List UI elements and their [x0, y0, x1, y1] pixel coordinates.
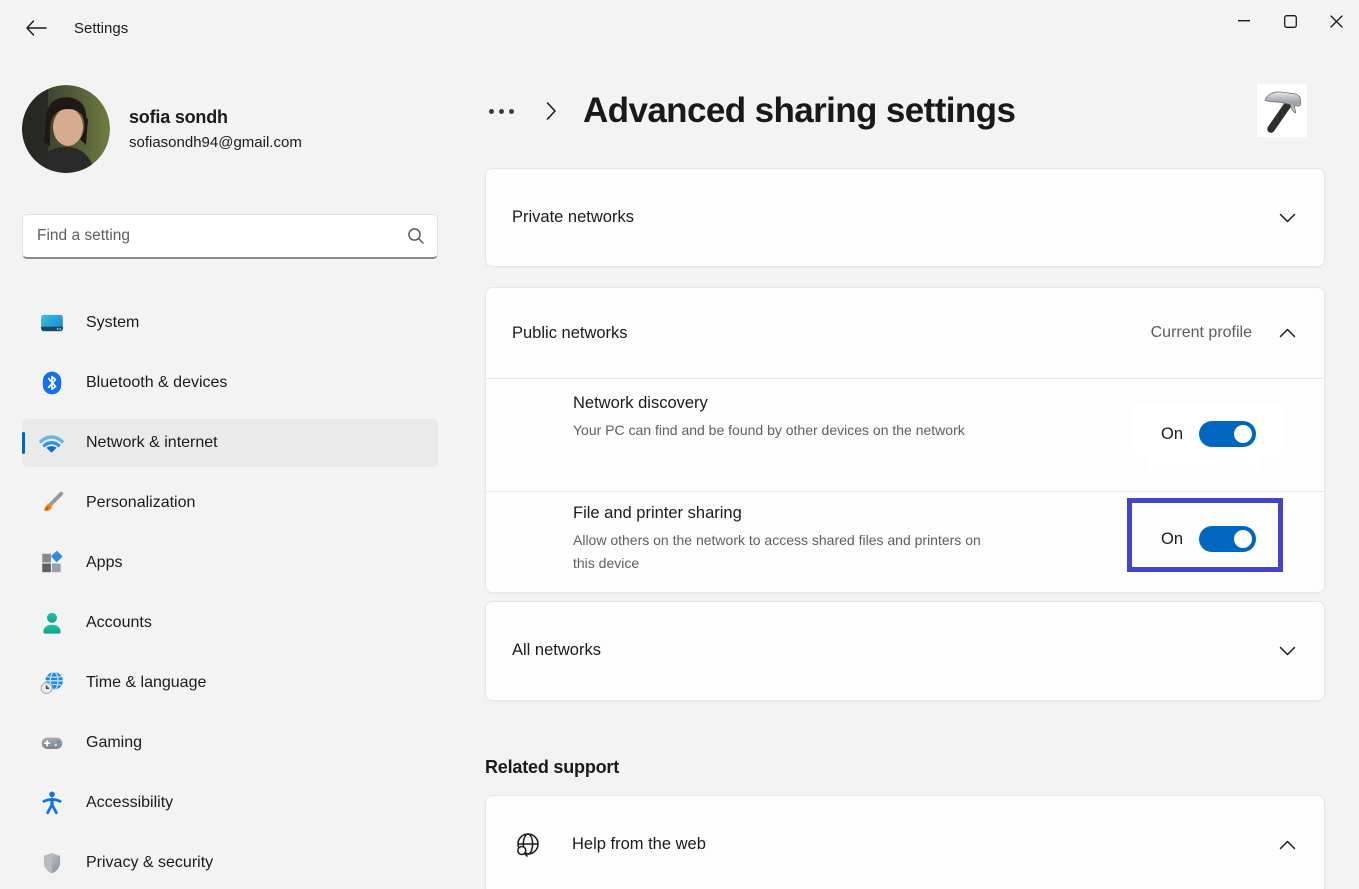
accessibility-icon	[38, 790, 65, 817]
sidebar-item-label: Privacy & security	[86, 854, 213, 872]
paintbrush-icon	[38, 490, 65, 517]
all-networks-header[interactable]: All networks	[486, 602, 1324, 700]
chevron-up-icon	[1279, 840, 1296, 850]
user-email: sofiasondh94@gmail.com	[129, 134, 302, 151]
file-printer-sharing-toggle[interactable]	[1199, 526, 1256, 552]
chevron-down-icon	[1279, 646, 1296, 656]
public-networks-header[interactable]: Public networks Current profile	[486, 288, 1324, 378]
network-discovery-description: Your PC can find and be found by other d…	[573, 419, 965, 442]
chevron-down-icon	[1279, 213, 1296, 223]
gamepad-icon	[38, 730, 65, 757]
sidebar-item-network-internet[interactable]: Network & internet	[22, 419, 438, 467]
file-printer-sharing-description: Allow others on the network to access sh…	[573, 529, 1003, 575]
chevron-right-icon	[544, 100, 558, 122]
sidebar-item-label: Time & language	[86, 674, 206, 692]
globe-clock-icon	[38, 670, 65, 697]
caption-controls	[1221, 0, 1359, 42]
private-networks-header[interactable]: Private networks	[486, 169, 1324, 266]
sidebar-item-label: Bluetooth & devices	[86, 374, 227, 392]
shield-icon	[38, 850, 65, 877]
breadcrumb-overflow-button[interactable]	[485, 103, 518, 120]
sidebar: sofia sondh sofiasondh94@gmail.com	[0, 56, 460, 889]
help-from-web-label: Help from the web	[572, 835, 706, 854]
user-name: sofia sondh	[129, 107, 302, 128]
public-networks-label: Public networks	[512, 324, 628, 343]
titlebar: Settings	[0, 0, 1359, 56]
sidebar-item-system[interactable]: System	[22, 299, 438, 347]
chevron-up-icon	[1279, 328, 1296, 338]
hammer-cursor-icon	[1257, 84, 1307, 137]
related-support-heading: Related support	[485, 757, 1325, 778]
sidebar-item-label: Network & internet	[86, 434, 218, 452]
main-content: Advanced sharing settings Private networ…	[460, 56, 1359, 889]
sidebar-item-label: System	[86, 314, 139, 332]
private-networks-card: Private networks	[485, 168, 1325, 267]
sidebar-item-label: Apps	[86, 554, 122, 572]
sidebar-item-privacy-security[interactable]: Privacy & security	[22, 839, 438, 887]
sidebar-item-apps[interactable]: Apps	[22, 539, 438, 587]
sidebar-item-label: Gaming	[86, 734, 142, 752]
sidebar-item-label: Accounts	[86, 614, 152, 632]
person-icon	[38, 610, 65, 637]
sidebar-item-accessibility[interactable]: Accessibility	[22, 779, 438, 827]
user-avatar	[22, 85, 110, 173]
close-icon	[1330, 15, 1343, 28]
file-printer-sharing-title: File and printer sharing	[573, 504, 1003, 523]
minimize-icon	[1238, 20, 1250, 22]
public-networks-card: Public networks Current profile Network …	[485, 287, 1325, 593]
help-from-web-card: Help from the web	[485, 795, 1325, 889]
file-printer-sharing-state-label: On	[1161, 530, 1183, 549]
maximize-button[interactable]	[1267, 0, 1313, 42]
system-icon	[38, 310, 65, 337]
annotation-white-patch	[1148, 453, 1260, 470]
wifi-icon	[38, 430, 65, 457]
user-profile[interactable]: sofia sondh sofiasondh94@gmail.com	[22, 85, 438, 173]
network-discovery-state-label: On	[1161, 425, 1183, 444]
bluetooth-icon	[38, 370, 65, 397]
sidebar-item-accounts[interactable]: Accounts	[22, 599, 438, 647]
page-header: Advanced sharing settings	[485, 82, 1325, 140]
sidebar-item-gaming[interactable]: Gaming	[22, 719, 438, 767]
private-networks-label: Private networks	[512, 208, 634, 227]
all-networks-card: All networks	[485, 601, 1325, 701]
network-discovery-toggle[interactable]	[1199, 421, 1256, 447]
settings-window: Settings	[0, 0, 1359, 889]
maximize-icon	[1284, 15, 1297, 28]
globe-search-icon	[513, 830, 543, 860]
sidebar-nav: System Bluetooth & devices	[22, 299, 438, 887]
ellipsis-icon	[489, 109, 494, 114]
back-arrow-icon	[25, 20, 47, 36]
network-discovery-title: Network discovery	[573, 394, 965, 413]
close-button[interactable]	[1313, 0, 1359, 42]
current-profile-badge: Current profile	[1151, 324, 1252, 342]
apps-icon	[38, 550, 65, 577]
sidebar-item-time-language[interactable]: Time & language	[22, 659, 438, 707]
search-icon	[407, 227, 425, 250]
file-printer-sharing-row: File and printer sharing Allow others on…	[486, 492, 1324, 592]
sidebar-item-bluetooth-devices[interactable]: Bluetooth & devices	[22, 359, 438, 407]
all-networks-label: All networks	[512, 641, 601, 660]
sidebar-item-personalization[interactable]: Personalization	[22, 479, 438, 527]
back-button[interactable]	[18, 11, 54, 45]
search-box	[22, 214, 438, 259]
help-from-web-header[interactable]: Help from the web	[486, 796, 1324, 889]
network-discovery-row: Network discovery Your PC can find and b…	[486, 379, 1324, 491]
search-input[interactable]	[22, 214, 438, 259]
minimize-button[interactable]	[1221, 0, 1267, 42]
sidebar-item-label: Accessibility	[86, 794, 173, 812]
page-title: Advanced sharing settings	[583, 91, 1015, 131]
window-title: Settings	[74, 20, 128, 37]
sidebar-item-label: Personalization	[86, 494, 195, 512]
